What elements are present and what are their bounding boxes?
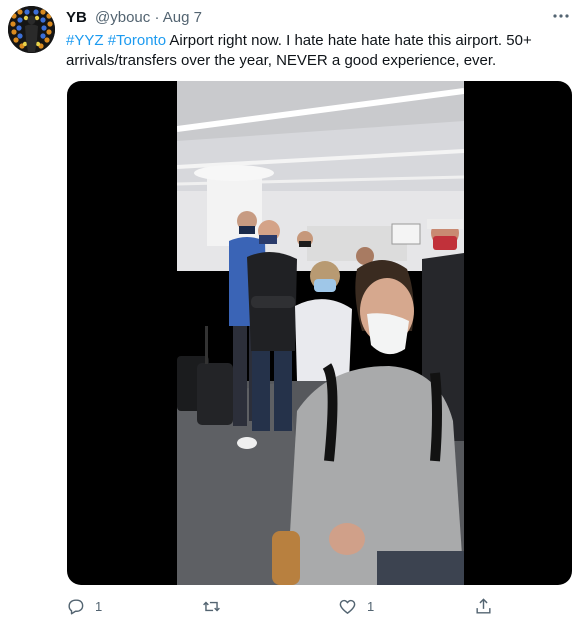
reply-icon — [68, 598, 84, 614]
retweet-icon — [203, 601, 220, 611]
more-icon — [553, 14, 569, 18]
tweet-date[interactable]: Aug 7 — [163, 9, 202, 26]
separator: · — [154, 9, 160, 26]
tweet-text: #YYZ #Toronto Airport right now. I hate … — [66, 31, 546, 71]
reply-count: 1 — [95, 598, 103, 614]
display-name[interactable]: YB — [66, 9, 87, 26]
share-button[interactable] — [474, 593, 503, 619]
tweet-actions: 1 1 — [60, 593, 560, 619]
reply-button[interactable]: 1 — [66, 593, 102, 619]
avatar[interactable] — [8, 6, 55, 53]
handle[interactable]: @ybouc — [95, 9, 150, 26]
tweet-card[interactable]: YB @ybouc · Aug 7 #YYZ #Toronto Airport … — [0, 0, 583, 619]
more-options-button[interactable] — [547, 6, 575, 26]
hashtag-link[interactable]: #YYZ — [66, 32, 104, 49]
retweet-button[interactable] — [202, 593, 231, 619]
heart-icon — [339, 599, 356, 614]
like-count: 1 — [367, 598, 375, 614]
hashtag-link[interactable]: #Toronto — [108, 32, 166, 49]
airport-queue-video — [177, 81, 464, 585]
like-button[interactable]: 1 — [338, 593, 374, 619]
avatar-image — [8, 6, 55, 53]
tweet-header: YB @ybouc · Aug 7 — [66, 9, 202, 27]
tweet-media-video[interactable] — [67, 81, 572, 585]
share-icon — [476, 597, 491, 614]
